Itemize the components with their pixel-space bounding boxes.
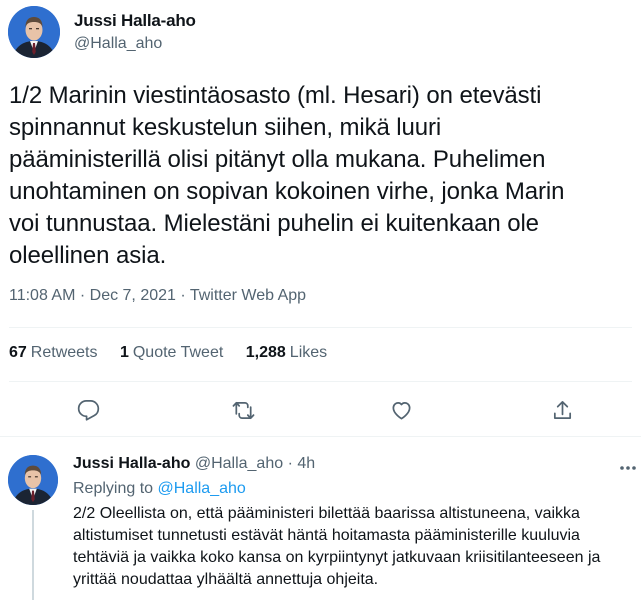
- reply-author-name[interactable]: Jussi Halla-aho: [73, 455, 190, 472]
- like-button[interactable]: [387, 396, 415, 424]
- more-icon: [620, 466, 636, 470]
- separator-dot: ·: [287, 455, 293, 472]
- divider: [0, 436, 641, 437]
- retweet-button[interactable]: [229, 396, 257, 424]
- likes-stat[interactable]: 1,288 Likes: [246, 344, 327, 362]
- divider: [9, 381, 632, 382]
- reply-text: 2/2 Oleellista on, että pääministeri bil…: [73, 505, 601, 588]
- more-options-button[interactable]: [616, 458, 640, 478]
- share-icon: [553, 400, 571, 419]
- tweet-timestamp[interactable]: 11:08 AM · Dec 7, 2021 · Twitter Web App: [9, 287, 306, 305]
- retweet-icon: [232, 401, 254, 419]
- reply-time[interactable]: 4h: [297, 455, 315, 472]
- reply-author-avatar[interactable]: [8, 455, 58, 505]
- like-icon: [391, 401, 411, 420]
- avatar-portrait: [8, 455, 58, 505]
- avatar-portrait: [8, 6, 60, 58]
- tweet-text: 1/2 Marinin viestintäosasto (ml. Hesari)…: [9, 82, 565, 269]
- quote-tweets-stat[interactable]: 1 Quote Tweet: [120, 344, 223, 362]
- reply-header: Jussi Halla-aho @Halla_aho · 4h: [73, 455, 315, 473]
- author-handle[interactable]: @Halla_aho: [74, 35, 162, 53]
- divider: [9, 327, 632, 328]
- retweets-stat[interactable]: 67 Retweets: [9, 344, 98, 362]
- reply-icon: [77, 399, 99, 421]
- replying-prefix: Replying to: [73, 480, 154, 497]
- replying-to: Replying to @Halla_aho: [73, 480, 246, 498]
- share-button[interactable]: [548, 396, 576, 424]
- author-avatar[interactable]: [8, 6, 60, 58]
- reply-button[interactable]: [74, 396, 102, 424]
- replying-to-link[interactable]: @Halla_aho: [158, 480, 246, 497]
- thread-line: [32, 510, 34, 600]
- author-name[interactable]: Jussi Halla-aho: [74, 11, 196, 31]
- reply-author-handle[interactable]: @Halla_aho: [195, 455, 283, 472]
- tweet-stats: 67 Retweets 1 Quote Tweet 1,288 Likes: [9, 344, 345, 362]
